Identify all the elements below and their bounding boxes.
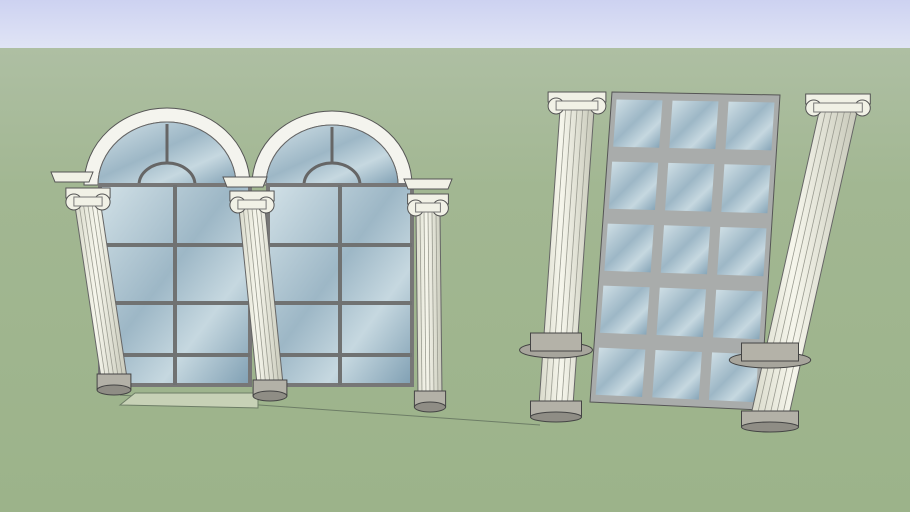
window-pane: [669, 100, 719, 150]
column-slab: [222, 176, 268, 188]
window-pane: [725, 101, 775, 151]
column-slab: [50, 171, 94, 183]
column-slab: [403, 178, 453, 190]
window-pane: [665, 162, 715, 212]
capital-echinus: [237, 199, 267, 210]
window-pane: [600, 285, 650, 335]
capital-echinus: [73, 196, 103, 207]
window-pane: [713, 289, 763, 340]
window-pane: [595, 347, 646, 397]
window-pane: [613, 99, 663, 148]
column-plinth: [96, 384, 132, 396]
sky: [0, 0, 910, 48]
window-pane: [660, 225, 711, 275]
window-pane: [652, 350, 702, 400]
floor-slab: [118, 392, 259, 409]
sketchup-scene: [0, 0, 910, 512]
capital-echinus: [415, 202, 441, 213]
capital-echinus: [813, 102, 863, 113]
window-pane: [656, 287, 707, 337]
window-pane: [604, 223, 654, 273]
column-ring: [530, 332, 582, 352]
capital-echinus: [555, 100, 599, 111]
window-pane: [721, 164, 771, 214]
column-plinth: [413, 401, 447, 413]
column-plinth: [741, 421, 799, 433]
window-pane: [608, 161, 659, 211]
window-pane: [717, 227, 767, 277]
column-plinth: [252, 390, 288, 402]
column-ring: [741, 342, 799, 362]
column-plinth: [530, 411, 582, 423]
